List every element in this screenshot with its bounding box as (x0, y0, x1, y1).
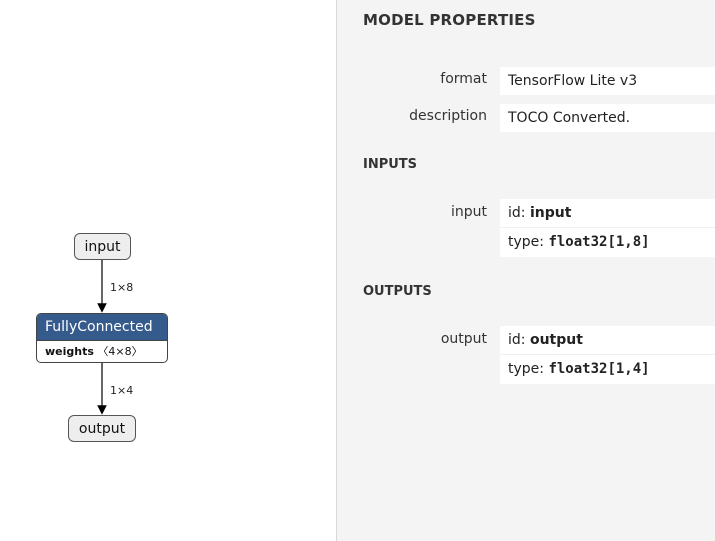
graph-node-fully-connected[interactable]: FullyConnected weights 〈4×8〉 (36, 313, 168, 363)
outputs-section-title: OUTPUTS (363, 284, 432, 299)
description-label: description (409, 108, 487, 124)
graph-node-output[interactable]: output (68, 415, 136, 442)
input-argument-label: input (450, 204, 487, 220)
graph-edges (97, 260, 107, 415)
edge-label-output-shape: 1×4 (110, 384, 134, 397)
output-id-key: id: (508, 332, 530, 348)
edge-label-input-shape: 1×8 (110, 281, 134, 294)
node-op-attribute: weights 〈4×8〉 (37, 341, 167, 362)
input-id-value: input (529, 205, 572, 221)
output-type-line: type: float32[1,4] (500, 355, 715, 383)
node-output-label: output (78, 420, 126, 437)
model-properties-sidebar: MODEL PROPERTIES format TensorFlow Lite … (336, 0, 715, 541)
output-type-key: type: (508, 361, 549, 377)
inputs-section-title: INPUTS (363, 157, 418, 172)
input-id-key: id: (508, 205, 530, 221)
output-argument-label: output (440, 331, 487, 347)
output-type-value: float32[1,4] (548, 361, 650, 377)
format-value: TensorFlow Lite v3 (500, 67, 715, 95)
input-type-line: type: float32[1,8] (500, 228, 715, 256)
input-id-line: id: input (500, 199, 715, 228)
input-type-key: type: (508, 234, 549, 250)
format-label: format (440, 71, 487, 87)
graph-node-input[interactable]: input (74, 233, 131, 260)
node-op-attr-name: weights (45, 345, 94, 358)
description-value: TOCO Converted. (500, 104, 715, 132)
sidebar-title: MODEL PROPERTIES (363, 11, 536, 29)
node-input-label: input (84, 238, 121, 255)
graph-canvas[interactable]: input 1×8 FullyConnected weights 〈4×8〉 1… (0, 0, 336, 541)
output-argument-box[interactable]: id: output type: float32[1,4] (500, 326, 715, 384)
node-op-title: FullyConnected (37, 314, 167, 341)
input-argument-box[interactable]: id: input type: float32[1,8] (500, 199, 715, 257)
output-id-value: output (529, 332, 583, 348)
input-type-value: float32[1,8] (548, 234, 650, 250)
output-id-line: id: output (500, 326, 715, 355)
node-op-attr-value: 〈4×8〉 (97, 345, 143, 358)
